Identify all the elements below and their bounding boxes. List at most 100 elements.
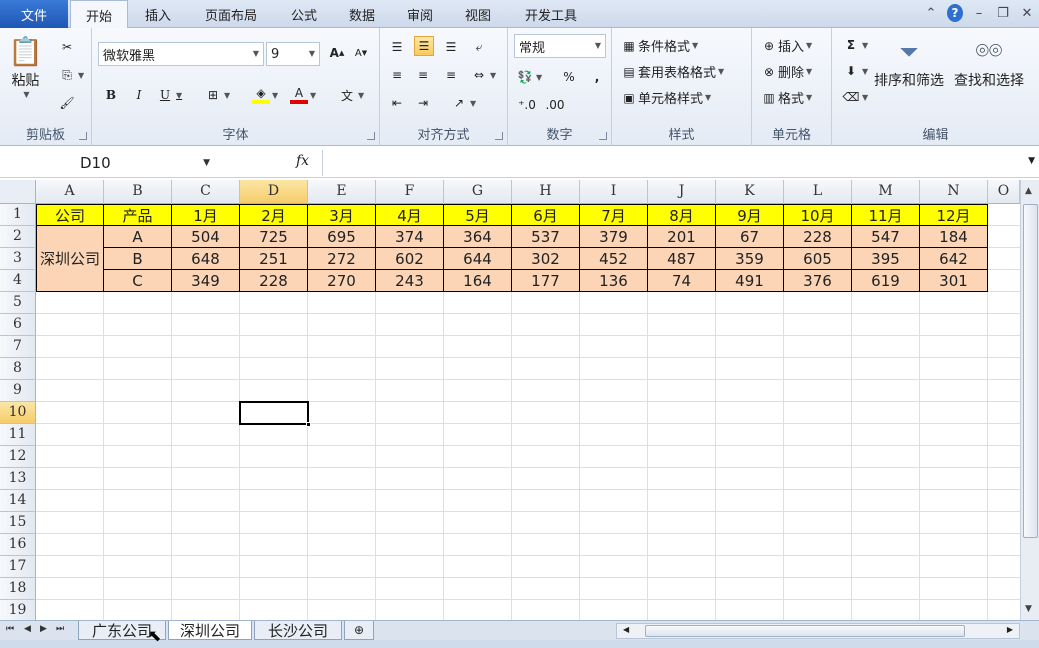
table-header-cell[interactable]: 11月	[852, 204, 920, 226]
table-cell[interactable]: 243	[376, 270, 444, 292]
align-middle-button[interactable]: ☰	[414, 36, 434, 56]
tab-formulas[interactable]: 公式	[280, 0, 328, 28]
cell-grid[interactable]: 公司 产品 1月 2月 3月 4月 5月 6月 7月 8月 9月 10月 11月 12月 深圳公司 A 504 7…	[36, 204, 1020, 620]
copy-button[interactable]: ⎘ ▼	[58, 66, 84, 84]
wrap-text-button[interactable]: ⤶	[470, 38, 488, 56]
increase-indent-button[interactable]: ⇥	[414, 94, 432, 112]
align-left-button[interactable]: ≡	[388, 66, 406, 84]
vertical-scrollbar[interactable]: ▲ ▼	[1020, 180, 1039, 620]
table-cell[interactable]: 619	[852, 270, 920, 292]
tab-developer[interactable]: 开发工具	[512, 0, 590, 28]
table-cell[interactable]: 67	[716, 226, 784, 248]
align-center-button[interactable]: ≡	[414, 66, 432, 84]
horizontal-scrollbar[interactable]: ◀ ▶	[616, 623, 1020, 639]
minimize-ribbon-icon[interactable]: ⌃	[923, 4, 939, 22]
percent-button[interactable]: %	[560, 68, 578, 86]
comma-button[interactable]: ,	[588, 68, 606, 86]
active-cell-selection[interactable]	[239, 401, 311, 427]
table-cell[interactable]: 164	[444, 270, 512, 292]
row-header[interactable]: 7	[0, 336, 36, 358]
font-name-select[interactable]: 微软雅黑 ▼	[98, 42, 264, 66]
column-header[interactable]: A	[36, 180, 104, 204]
fill-color-button[interactable]: ◈ ▼	[252, 86, 278, 104]
row-header[interactable]: 9	[0, 380, 36, 402]
table-cell[interactable]: 228	[784, 226, 852, 248]
number-format-select[interactable]: 常规 ▼	[514, 34, 606, 58]
prev-sheet-icon[interactable]: ◀	[24, 624, 31, 634]
expand-formula-icon[interactable]: ▼	[1028, 156, 1035, 166]
conditional-format-button[interactable]: ▦ 条件格式 ▼	[620, 36, 698, 56]
font-color-button[interactable]: A ▼	[290, 86, 316, 104]
number-launcher[interactable]	[599, 132, 607, 140]
select-all-corner[interactable]	[0, 180, 36, 204]
row-header[interactable]: 11	[0, 424, 36, 446]
column-header[interactable]: D	[240, 180, 308, 204]
table-cell[interactable]: 272	[308, 248, 376, 270]
increase-decimal-button[interactable]: ⁺.0	[518, 96, 536, 114]
help-icon[interactable]: ?	[947, 4, 963, 22]
clipboard-launcher[interactable]	[79, 132, 87, 140]
tab-home[interactable]: 开始	[70, 0, 128, 29]
vertical-scroll-thumb[interactable]	[1023, 204, 1038, 538]
restore-icon[interactable]: ❐	[995, 4, 1011, 22]
table-cell[interactable]: 644	[444, 248, 512, 270]
grow-font-button[interactable]: A ▲	[328, 44, 346, 62]
sheet-tab-changsha[interactable]: 长沙公司	[254, 621, 342, 640]
table-cell[interactable]: 452	[580, 248, 648, 270]
table-cell[interactable]: 504	[172, 226, 240, 248]
alignment-launcher[interactable]	[495, 132, 503, 140]
table-cell[interactable]: 695	[308, 226, 376, 248]
cut-button[interactable]: ✂	[58, 38, 76, 56]
table-cell[interactable]: 302	[512, 248, 580, 270]
font-size-select[interactable]: 9 ▼	[266, 42, 320, 66]
column-header[interactable]: C	[172, 180, 240, 204]
accounting-format-button[interactable]: 💱 ▼	[516, 68, 543, 86]
table-cell[interactable]: 395	[852, 248, 920, 270]
shrink-font-button[interactable]: A ▼	[352, 44, 370, 62]
table-cell[interactable]: 376	[784, 270, 852, 292]
table-header-cell[interactable]: 2月	[240, 204, 308, 226]
next-sheet-icon[interactable]: ▶	[40, 624, 47, 634]
underline-button[interactable]: U ▼	[156, 86, 182, 104]
insert-cells-button[interactable]: ⊕ 插入 ▼	[760, 36, 812, 56]
row-header[interactable]: 4	[0, 270, 36, 292]
product-cell[interactable]: B	[104, 248, 172, 270]
format-as-table-button[interactable]: ▤ 套用表格格式 ▼	[620, 62, 724, 82]
table-header-cell[interactable]: 公司	[36, 204, 104, 226]
orientation-button[interactable]: ↗ ▼	[450, 94, 476, 112]
table-cell[interactable]: 648	[172, 248, 240, 270]
column-header[interactable]: N	[920, 180, 988, 204]
tab-page-layout[interactable]: 页面布局	[192, 0, 270, 28]
clear-button[interactable]: ⌫ ▼	[842, 88, 869, 106]
table-header-cell[interactable]: 9月	[716, 204, 784, 226]
column-header[interactable]: J	[648, 180, 716, 204]
align-right-button[interactable]: ≡	[442, 66, 460, 84]
row-header[interactable]: 5	[0, 292, 36, 314]
table-header-cell[interactable]: 6月	[512, 204, 580, 226]
close-icon[interactable]: ✕	[1019, 4, 1035, 22]
autosum-button[interactable]: Σ ▼	[842, 36, 868, 54]
decrease-indent-button[interactable]: ⇤	[388, 94, 406, 112]
fx-icon[interactable]: fx	[296, 153, 309, 169]
last-sheet-icon[interactable]: ⏭	[56, 624, 64, 634]
scroll-left-icon[interactable]: ◀	[623, 625, 629, 634]
column-header[interactable]: B	[104, 180, 172, 204]
table-header-cell[interactable]: 4月	[376, 204, 444, 226]
column-header[interactable]: F	[376, 180, 444, 204]
row-header[interactable]: 1	[0, 204, 36, 226]
format-painter-button[interactable]: 🖌	[58, 94, 76, 112]
row-header[interactable]: 13	[0, 468, 36, 490]
table-cell[interactable]: 379	[580, 226, 648, 248]
table-header-cell[interactable]: 10月	[784, 204, 852, 226]
table-header-cell[interactable]: 产品	[104, 204, 172, 226]
column-header[interactable]: L	[784, 180, 852, 204]
bold-button[interactable]: B	[102, 86, 120, 104]
table-header-cell[interactable]: 5月	[444, 204, 512, 226]
table-cell[interactable]: 251	[240, 248, 308, 270]
sheet-tab-shenzhen[interactable]: 深圳公司	[168, 621, 252, 640]
table-cell[interactable]: 74	[648, 270, 716, 292]
table-cell[interactable]: 374	[376, 226, 444, 248]
table-cell[interactable]: 602	[376, 248, 444, 270]
row-header[interactable]: 19	[0, 600, 36, 622]
formula-input[interactable]	[322, 150, 1020, 176]
